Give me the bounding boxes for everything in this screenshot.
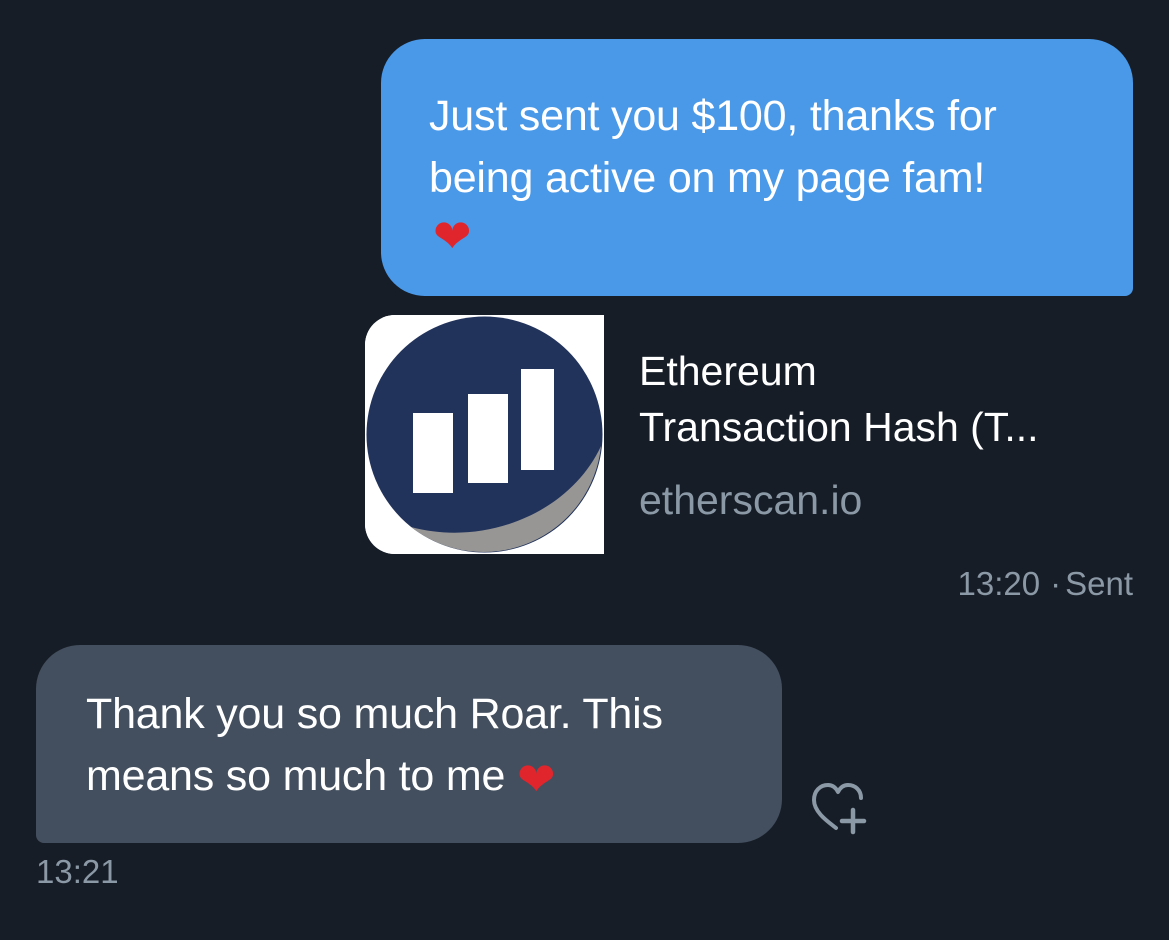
heart-plus-icon — [812, 783, 867, 835]
heart-emoji: ❤ — [516, 752, 556, 805]
sent-message-text: Just sent you $100, thanks for being act… — [429, 92, 997, 202]
heart-emoji: ❤ — [433, 210, 472, 262]
sent-time: 13:20 — [957, 565, 1041, 602]
sent-status: Sent — [1065, 565, 1133, 602]
meta-separator: · — [1050, 565, 1062, 602]
etherscan-logo-icon — [365, 315, 604, 554]
link-preview-domain: etherscan.io — [639, 477, 863, 523]
add-reaction-button[interactable] — [808, 780, 878, 840]
sent-message-meta: 13:20 · Sent — [958, 562, 1133, 606]
sent-message-bubble[interactable]: Just sent you $100, thanks for being act… — [381, 39, 1133, 296]
link-preview-card[interactable]: Ethereum Transaction Hash (T... ethersca… — [365, 315, 1125, 555]
received-time: 13:21 — [36, 853, 119, 890]
received-message-text: Thank you so much Roar. This means so mu… — [86, 690, 663, 800]
link-preview-title: Ethereum Transaction Hash (T... — [639, 348, 1039, 450]
received-message-bubble[interactable]: Thank you so much Roar. This means so mu… — [36, 645, 782, 843]
